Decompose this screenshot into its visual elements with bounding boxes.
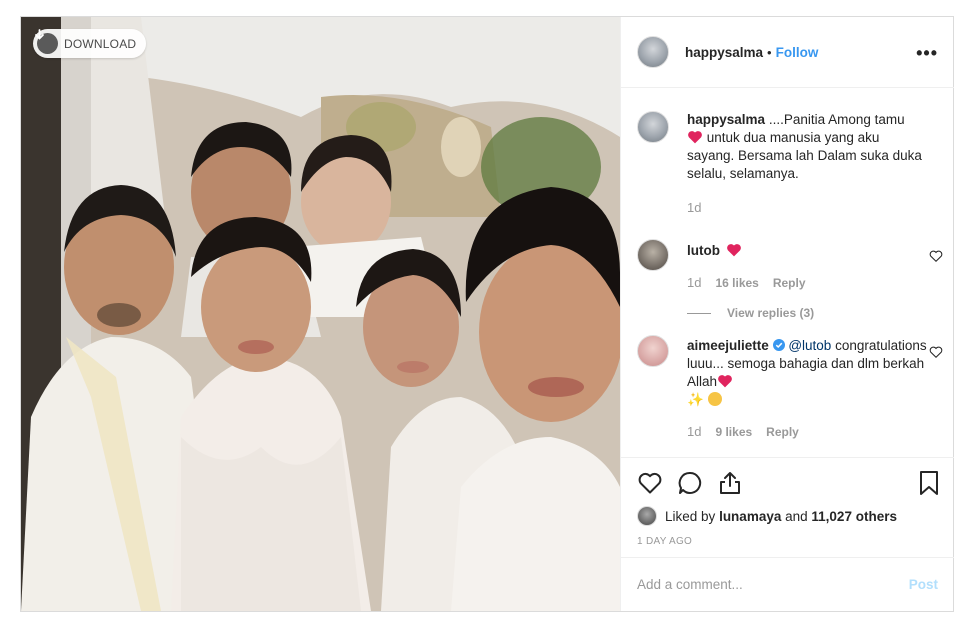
post-frame: DOWNLOAD happysalma • Follow ••• happysa… [20, 16, 954, 612]
comment-username[interactable]: lutob [687, 243, 720, 258]
author-avatar[interactable] [637, 36, 669, 68]
more-options-icon[interactable]: ••• [916, 43, 938, 64]
smile-emoji-icon [707, 392, 722, 406]
comment-likes[interactable]: 16 likes [715, 274, 758, 292]
liked-by-middle: and [785, 508, 808, 524]
download-label: DOWNLOAD [64, 36, 137, 51]
reply-button[interactable]: Reply [773, 274, 806, 292]
comment-likes[interactable]: 9 likes [715, 423, 752, 441]
comment-like-icon[interactable] [929, 249, 943, 263]
heart-emoji-icon [718, 375, 732, 388]
liker-username[interactable]: lunamaya [719, 509, 781, 524]
comment-mention[interactable]: @lutob [788, 338, 831, 353]
download-button[interactable]: DOWNLOAD [33, 29, 147, 58]
comment-avatar[interactable] [637, 335, 669, 367]
sparkle-emoji-icon: ✨ [687, 392, 704, 407]
group-photo-illustration [21, 17, 620, 611]
liker-avatar[interactable] [637, 506, 657, 526]
comment-like-icon[interactable] [929, 345, 943, 359]
comment-meta: 1d 9 likes Reply [687, 423, 927, 441]
comment-meta: 1d 16 likes Reply [687, 274, 927, 292]
caption-text-before: ....Panitia Among tamu [768, 112, 905, 127]
view-replies-line [687, 312, 711, 314]
comment-age[interactable]: 1d [687, 274, 701, 292]
download-icon [35, 29, 58, 54]
caption-meta: 1d [687, 199, 927, 217]
add-comment-bar: Add a comment... Post [621, 557, 954, 611]
comment-username[interactable]: aimeejuliette [687, 338, 769, 353]
comment-body: lutob 1d 16 likes Reply View replies (3) [687, 242, 927, 322]
post-photo[interactable]: DOWNLOAD [21, 17, 620, 611]
view-replies-label: View replies (3) [727, 306, 815, 320]
comment-icon[interactable] [677, 470, 703, 496]
caption-body: happysalma ....Panitia Among tamu untuk … [687, 111, 927, 217]
caption-age[interactable]: 1d [687, 199, 701, 217]
likes-count[interactable]: 11,027 others [811, 509, 897, 524]
likes-summary: Liked by lunamaya and 11,027 others [637, 506, 897, 526]
heart-emoji-icon [688, 131, 702, 144]
reply-button[interactable]: Reply [766, 423, 799, 441]
post-timestamp[interactable]: 1 DAY AGO [637, 536, 692, 547]
caption-username[interactable]: happysalma [687, 112, 765, 127]
liked-by-prefix: Liked by [665, 508, 716, 524]
post-side-panel: happysalma • Follow ••• happysalma ....P… [620, 17, 954, 611]
comment-body: aimeejuliette @lutob congratulations luu… [687, 337, 927, 441]
heart-icon[interactable] [637, 470, 663, 496]
caption-text-after: untuk dua manusia yang aku sayang. Bersa… [687, 130, 922, 181]
verified-badge-icon [772, 339, 785, 351]
heart-emoji-icon [726, 244, 741, 257]
view-replies-button[interactable]: View replies (3) [687, 304, 927, 322]
add-comment-input[interactable]: Add a comment... [637, 577, 743, 592]
caption-avatar[interactable] [637, 111, 669, 143]
action-bar [637, 470, 942, 498]
separator-dot: • [767, 44, 772, 60]
comments-list[interactable]: happysalma ....Panitia Among tamu untuk … [621, 89, 954, 457]
share-icon[interactable] [717, 470, 743, 496]
follow-button[interactable]: Follow [776, 45, 819, 60]
post-comment-button[interactable]: Post [909, 577, 938, 592]
comment-avatar[interactable] [637, 239, 669, 271]
author-username[interactable]: happysalma [685, 45, 763, 60]
bookmark-icon[interactable] [916, 470, 942, 496]
post-actions: Liked by lunamaya and 11,027 others 1 DA… [621, 457, 954, 557]
post-header: happysalma • Follow ••• [621, 17, 954, 88]
comment-age[interactable]: 1d [687, 423, 701, 441]
